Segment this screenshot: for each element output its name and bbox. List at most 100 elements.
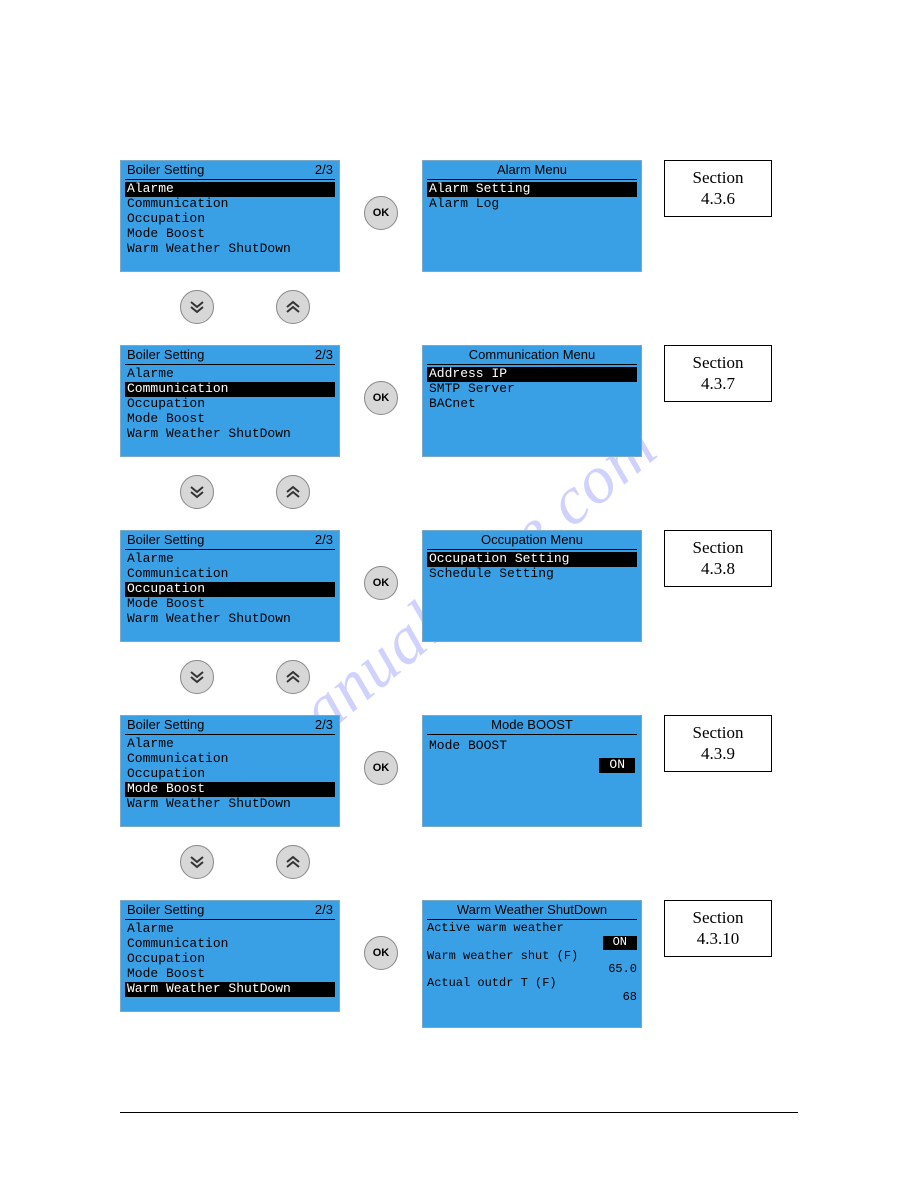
menu-row-4: Boiler Setting 2/3 AlarmeCommunicationOc… (120, 715, 772, 827)
screen-title-text: Boiler Setting (127, 903, 204, 918)
menu-item[interactable]: Occupation (125, 397, 335, 412)
wws-value[interactable]: ON (603, 936, 637, 950)
menu-item[interactable]: Warm Weather ShutDown (125, 797, 335, 812)
wws-value-row: ON (427, 936, 637, 950)
section-num: 4.3.8 (701, 559, 735, 578)
section-num: 4.3.9 (701, 744, 735, 763)
menu-item[interactable]: Mode Boost (125, 967, 335, 982)
screen-list: Occupation SettingSchedule Setting (427, 552, 637, 582)
wws-value: 68 (427, 991, 637, 1005)
section-num: 4.3.10 (697, 929, 740, 948)
screen-list: AlarmeCommunicationOccupationMode BoostW… (125, 737, 335, 812)
ok-label: OK (373, 577, 390, 589)
menu-item[interactable]: Occupation (125, 212, 335, 227)
down-arrow-icon[interactable] (180, 660, 214, 694)
menu-item[interactable]: Schedule Setting (427, 567, 637, 582)
screen-title-text: Boiler Setting (127, 718, 204, 733)
left-screen-5[interactable]: Boiler Setting 2/3 AlarmeCommunicationOc… (120, 900, 340, 1012)
left-screen-1[interactable]: Boiler Setting 2/3 AlarmeCommunicationOc… (120, 160, 340, 272)
menu-row-2: Boiler Setting 2/3 AlarmeCommunicationOc… (120, 345, 772, 457)
up-arrow-icon[interactable] (276, 475, 310, 509)
menu-item[interactable]: Mode Boost (125, 227, 335, 242)
section-word: Section (693, 168, 744, 187)
right-screen-4[interactable]: Mode BOOST Mode BOOST ON (422, 715, 642, 827)
menu-item[interactable]: Mode Boost (125, 597, 335, 612)
screen-title: Mode BOOST (427, 718, 637, 735)
boost-label: Mode BOOST (429, 739, 635, 754)
menu-item[interactable]: Alarme (125, 367, 335, 382)
section-ref-4: Section 4.3.9 (664, 715, 772, 772)
menu-item[interactable]: Occupation (125, 582, 335, 597)
ok-button[interactable]: OK (364, 196, 398, 230)
menu-item[interactable]: Alarme (125, 737, 335, 752)
menu-item[interactable]: Communication (125, 752, 335, 767)
menu-item[interactable]: Mode Boost (125, 412, 335, 427)
left-screen-3[interactable]: Boiler Setting 2/3 AlarmeCommunicationOc… (120, 530, 340, 642)
screen-title: Boiler Setting 2/3 (125, 533, 335, 550)
ok-button[interactable]: OK (364, 566, 398, 600)
nav-arrows-2 (180, 475, 310, 509)
menu-item[interactable]: Communication (125, 937, 335, 952)
up-arrow-icon[interactable] (276, 845, 310, 879)
section-ref-1: Section 4.3.6 (664, 160, 772, 217)
menu-item[interactable]: Address IP (427, 367, 637, 382)
menu-row-5: Boiler Setting 2/3 AlarmeCommunicationOc… (120, 900, 772, 1028)
menu-item[interactable]: Occupation (125, 952, 335, 967)
menu-item[interactable]: Communication (125, 567, 335, 582)
menu-item[interactable]: Alarme (125, 552, 335, 567)
menu-item[interactable]: Alarme (125, 182, 335, 197)
menu-item[interactable]: Alarme (125, 922, 335, 937)
up-arrow-icon[interactable] (276, 660, 310, 694)
right-screen-5[interactable]: Warm Weather ShutDown Active warm weathe… (422, 900, 642, 1028)
screen-title: Occupation Menu (427, 533, 637, 550)
screen-title: Boiler Setting 2/3 (125, 163, 335, 180)
menu-item[interactable]: Alarm Log (427, 197, 637, 212)
menu-item[interactable]: Occupation Setting (427, 552, 637, 567)
left-screen-2[interactable]: Boiler Setting 2/3 AlarmeCommunicationOc… (120, 345, 340, 457)
screen-page: 2/3 (315, 163, 333, 178)
menu-item[interactable]: Mode Boost (125, 782, 335, 797)
menu-item[interactable]: Warm Weather ShutDown (125, 982, 335, 997)
menu-row-1: Boiler Setting 2/3 AlarmeCommunicationOc… (120, 160, 772, 272)
down-arrow-icon[interactable] (180, 475, 214, 509)
menu-item[interactable]: Communication (125, 382, 335, 397)
section-word: Section (693, 353, 744, 372)
screen-list: AlarmeCommunicationOccupationMode BoostW… (125, 922, 335, 997)
ok-button[interactable]: OK (364, 381, 398, 415)
ok-button[interactable]: OK (364, 936, 398, 970)
screen-title: Boiler Setting 2/3 (125, 718, 335, 735)
menu-item[interactable]: Warm Weather ShutDown (125, 427, 335, 442)
right-screen-1[interactable]: Alarm Menu Alarm SettingAlarm Log (422, 160, 642, 272)
ok-button[interactable]: OK (364, 751, 398, 785)
menu-item[interactable]: BACnet (427, 397, 637, 412)
menu-row-3: Boiler Setting 2/3 AlarmeCommunicationOc… (120, 530, 772, 642)
screen-page: 2/3 (315, 533, 333, 548)
down-arrow-icon[interactable] (180, 845, 214, 879)
screen-title-text: Mode BOOST (491, 718, 573, 733)
footer-rule (120, 1112, 798, 1113)
boost-value[interactable]: ON (599, 758, 635, 773)
nav-arrows-3 (180, 660, 310, 694)
right-screen-3[interactable]: Occupation Menu Occupation SettingSchedu… (422, 530, 642, 642)
screen-title: Warm Weather ShutDown (427, 903, 637, 920)
menu-item[interactable]: Alarm Setting (427, 182, 637, 197)
screen-title-text: Alarm Menu (497, 163, 567, 178)
section-ref-2: Section 4.3.7 (664, 345, 772, 402)
menu-item[interactable]: Communication (125, 197, 335, 212)
up-arrow-icon[interactable] (276, 290, 310, 324)
section-word: Section (693, 908, 744, 927)
screen-list: Alarm SettingAlarm Log (427, 182, 637, 212)
menu-item[interactable]: Warm Weather ShutDown (125, 612, 335, 627)
ok-label: OK (373, 392, 390, 404)
menu-item[interactable]: Warm Weather ShutDown (125, 242, 335, 257)
right-screen-2[interactable]: Communication Menu Address IPSMTP Server… (422, 345, 642, 457)
wws-row-0: Active warm weather ON (427, 922, 637, 950)
down-arrow-icon[interactable] (180, 290, 214, 324)
boost-value-row: ON (429, 758, 635, 773)
menu-item[interactable]: Occupation (125, 767, 335, 782)
ok-label: OK (373, 762, 390, 774)
wws-label: Active warm weather (427, 922, 637, 936)
nav-arrows-4 (180, 845, 310, 879)
menu-item[interactable]: SMTP Server (427, 382, 637, 397)
left-screen-4[interactable]: Boiler Setting 2/3 AlarmeCommunicationOc… (120, 715, 340, 827)
